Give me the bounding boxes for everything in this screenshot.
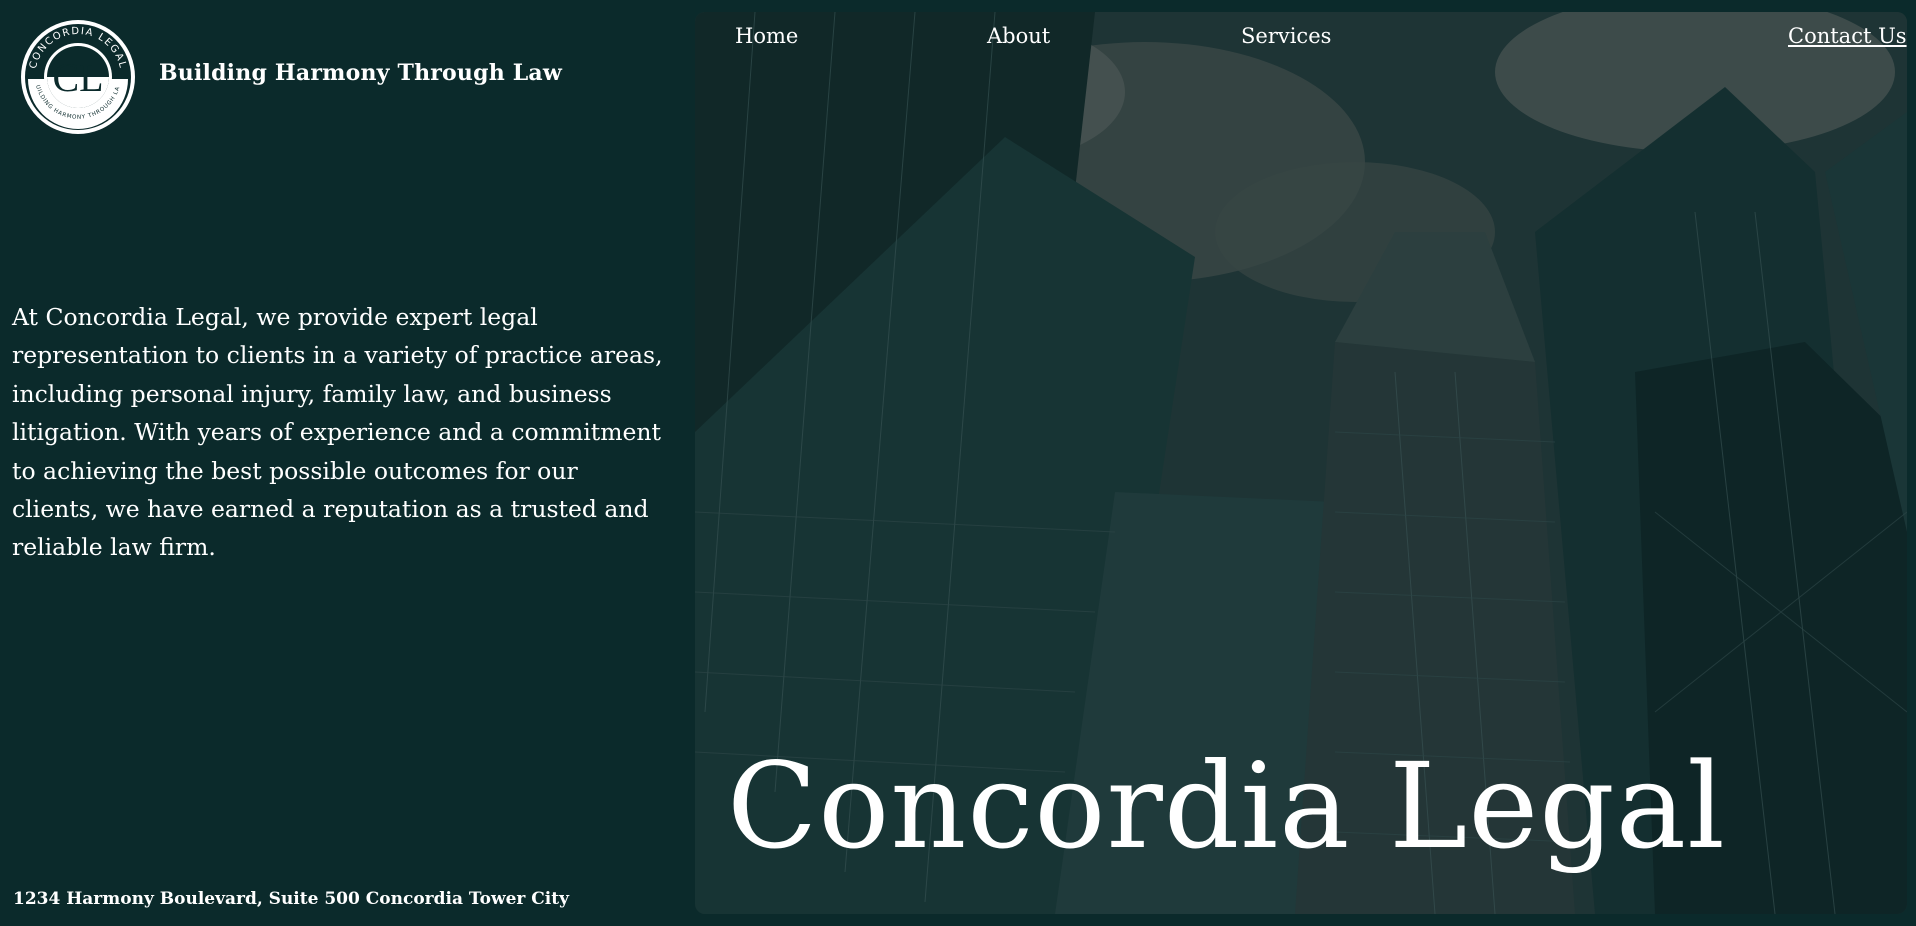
nav-services-link[interactable]: Services <box>1241 24 1331 48</box>
concordia-legal-logo: CL CONCORDIA LEGAL BUILDING HARMONY THRO… <box>20 19 135 134</box>
nav-contact-link[interactable]: Contact Us <box>1788 24 1907 48</box>
nav-home-link[interactable]: Home <box>735 24 798 48</box>
nav-about-link[interactable]: About <box>987 24 1050 48</box>
office-address: 1234 Harmony Boulevard, Suite 500 Concor… <box>13 889 569 909</box>
tagline: Building Harmony Through Law <box>159 60 563 86</box>
intro-paragraph: At Concordia Legal, we provide expert le… <box>12 303 663 562</box>
hero-title: Concordia Legal <box>727 737 1726 875</box>
logo-monogram: CL <box>52 55 103 100</box>
hero-panel: Home About Services Contact Us Concordia… <box>695 12 1907 914</box>
